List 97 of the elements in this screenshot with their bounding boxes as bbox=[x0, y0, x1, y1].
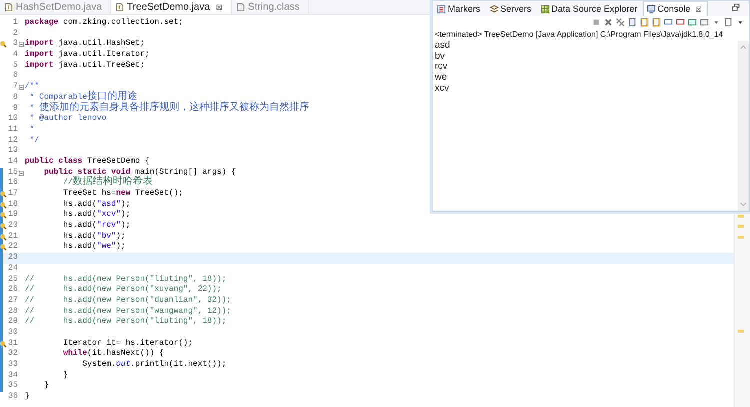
line-number: 1 bbox=[13, 18, 18, 29]
code-line: // hs.add(new Person("liuting", 18)); bbox=[24, 274, 227, 285]
line-number: 15 bbox=[8, 168, 18, 178]
close-icon[interactable]: ⊠ bbox=[696, 4, 703, 14]
line-number: 22 bbox=[8, 242, 18, 254]
line-number: 6 bbox=[13, 71, 18, 82]
code-line: * 使添加的元素自身具备排序规则，这种排序又被称为自然排序 bbox=[28, 104, 310, 114]
code-line: hs.add("xcv"); bbox=[62, 210, 131, 221]
file-icon bbox=[4, 2, 13, 12]
code-line: TreeSet hs=new TreeSet(); bbox=[62, 189, 184, 200]
line-number: 12 bbox=[8, 136, 18, 146]
file-icon bbox=[115, 2, 124, 12]
line-number: 16 bbox=[8, 178, 18, 190]
line-number: 27 bbox=[8, 296, 18, 307]
line-number: 26 bbox=[8, 285, 18, 296]
code-line: * @author lenovo bbox=[28, 114, 107, 125]
code-line: hs.add("bv"); bbox=[62, 232, 126, 242]
document-icon[interactable] bbox=[724, 18, 733, 27]
line-number: 11 bbox=[8, 124, 18, 136]
code-line: * bbox=[28, 124, 35, 136]
line-number: 10 bbox=[8, 114, 18, 125]
line-number: 19 bbox=[8, 210, 18, 222]
code-line: */ bbox=[28, 136, 40, 146]
line-number: 5 bbox=[13, 60, 18, 72]
view-tab[interactable]: Markers bbox=[433, 1, 486, 16]
console-output-line: bv bbox=[435, 52, 446, 62]
console-output-line: xcv bbox=[435, 84, 450, 95]
x-icon[interactable] bbox=[604, 18, 613, 27]
line-number: 28 bbox=[8, 306, 18, 318]
fold-toggle[interactable] bbox=[19, 85, 24, 90]
console-status: <terminated> TreeSetDemo [Java Application] C:\Program Files\Java\jdk1.8.0_14 bbox=[434, 29, 724, 41]
code-line: // hs.add(new Person("duanlian", 32)); bbox=[24, 296, 232, 307]
code-line: } bbox=[43, 381, 50, 392]
list-icon bbox=[437, 4, 446, 14]
line-number: 2 bbox=[13, 28, 18, 40]
editor-tab[interactable]: TreeSetDemo.java ⊠ bbox=[111, 0, 232, 14]
code-line: while(it.hasNext()) { bbox=[62, 349, 164, 360]
line-number: 23 bbox=[8, 253, 18, 264]
code-line: hs.add("we"); bbox=[62, 242, 126, 254]
line-number: 34 bbox=[8, 370, 18, 382]
code-line: } bbox=[62, 370, 68, 382]
servers-icon bbox=[490, 4, 499, 14]
line-number: 13 bbox=[8, 146, 18, 157]
line-number: 35 bbox=[8, 381, 18, 392]
line-number: 7 bbox=[13, 82, 18, 93]
fold-toggle[interactable] bbox=[19, 170, 24, 176]
view-tab[interactable]: Console ⊠ bbox=[642, 1, 708, 16]
line-number: 30 bbox=[8, 328, 18, 339]
code-line: * Comparable接口的用途 bbox=[28, 92, 138, 103]
line-number: 17 bbox=[8, 189, 18, 200]
code-line: //数据结构时哈希表 bbox=[63, 178, 154, 189]
code-line: // hs.add(new Person("liuting", 18)); bbox=[24, 317, 227, 328]
console-output-line: rcv bbox=[435, 62, 449, 74]
code-line: hs.add("rcv"); bbox=[62, 221, 131, 232]
code-line: } bbox=[24, 392, 30, 403]
line-number: 18 bbox=[8, 200, 18, 210]
code-line: import java.util.TreeSet; bbox=[24, 60, 146, 72]
code-line: public static void main(String[] args) { bbox=[43, 168, 236, 177]
code-line: /** bbox=[24, 82, 40, 93]
code-line: package com.zking.collection.set; bbox=[24, 18, 184, 29]
warning-marker bbox=[738, 225, 744, 228]
code-line: public class TreeSetDemo { bbox=[24, 156, 150, 168]
line-number: 14 bbox=[8, 156, 18, 168]
warning-marker bbox=[738, 330, 744, 333]
stop-icon[interactable] bbox=[592, 18, 601, 27]
code-line: Iterator it= hs.iterator(); bbox=[62, 338, 194, 349]
line-number: 4 bbox=[13, 50, 18, 61]
warning-marker bbox=[738, 236, 744, 239]
line-number: 8 bbox=[13, 92, 18, 104]
code-line: // hs.add(new Person("wangwang", 12)); bbox=[24, 306, 232, 317]
code-line: hs.add("asd"); bbox=[62, 200, 131, 210]
code-line: import java.util.Iterator; bbox=[24, 50, 150, 61]
line-number: 32 bbox=[8, 349, 18, 360]
line-number: 25 bbox=[8, 274, 18, 286]
line-number: 29 bbox=[8, 317, 18, 328]
code-line: import java.util.HashSet; bbox=[24, 39, 146, 50]
line-number: 36 bbox=[8, 392, 18, 403]
code-line: // hs.add(new Person("xuyang", 22)); bbox=[24, 285, 222, 296]
warning-marker bbox=[738, 215, 744, 218]
console-output-line: asd bbox=[435, 41, 452, 52]
line-number: 20 bbox=[8, 221, 18, 232]
line-number: 21 bbox=[8, 232, 18, 242]
double-x-icon[interactable] bbox=[616, 18, 625, 27]
line-number: 24 bbox=[8, 264, 18, 275]
line-number: 31 bbox=[8, 338, 18, 350]
file-icon bbox=[236, 2, 246, 12]
grid-icon bbox=[540, 4, 550, 14]
monitor-icon bbox=[646, 4, 656, 14]
line-number: 9 bbox=[13, 104, 18, 114]
view-tab[interactable]: Data Source Explorer bbox=[536, 1, 643, 16]
view-tab[interactable]: Servers bbox=[486, 1, 537, 16]
close-icon[interactable]: ⊠ bbox=[216, 2, 224, 12]
line-number: 33 bbox=[8, 360, 18, 371]
line-number: 3 bbox=[13, 39, 18, 50]
console-output-line: we bbox=[435, 73, 448, 84]
fold-toggle[interactable] bbox=[19, 42, 24, 48]
code-line: System.out.println(it.next()); bbox=[82, 360, 227, 371]
